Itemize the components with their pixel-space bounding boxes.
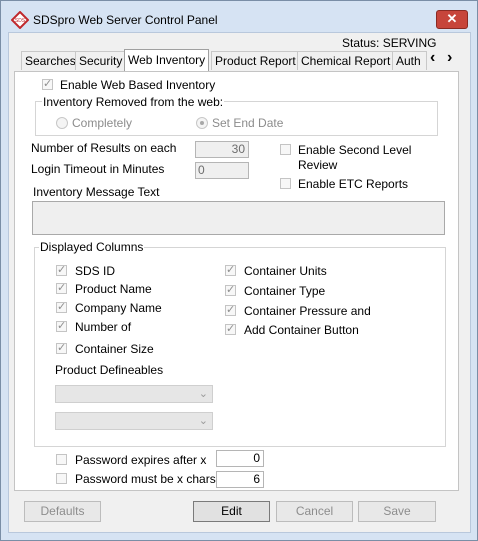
inventory-message-label: Inventory Message Text [33, 185, 160, 199]
password-min-chars-checkbox[interactable] [56, 473, 67, 484]
column-container-pressure-label: Container Pressure and [244, 304, 371, 318]
completely-radio[interactable] [56, 117, 68, 129]
product-definable-select-1[interactable]: ⌄ [55, 385, 213, 403]
column-add-container-button-checkbox[interactable] [225, 322, 236, 335]
column-container-pressure-checkbox[interactable] [225, 303, 236, 316]
displayed-columns-group-label: Displayed Columns [39, 240, 145, 254]
svg-text:SDS: SDS [15, 18, 26, 24]
tab-scroll-left-icon[interactable]: ‹ [430, 49, 435, 67]
edit-button[interactable]: Edit [193, 501, 270, 522]
tab-chemical-report[interactable]: Chemical Report [297, 51, 395, 70]
column-sds-id-checkbox[interactable] [56, 263, 67, 276]
set-end-date-label: Set End Date [212, 116, 284, 130]
enable-web-inventory-label: Enable Web Based Inventory [60, 78, 216, 92]
column-product-name-label: Product Name [75, 282, 152, 296]
column-number-of-checkbox[interactable] [56, 319, 67, 332]
enable-etc-reports-checkbox[interactable] [280, 178, 291, 189]
column-sds-id-label: SDS ID [75, 264, 116, 278]
column-container-type-checkbox[interactable] [225, 283, 236, 296]
product-definable-select-2[interactable]: ⌄ [55, 412, 213, 430]
tab-searches[interactable]: Searches [21, 51, 80, 70]
password-expires-label: Password expires after x [75, 453, 207, 467]
login-timeout-input[interactable]: 0 [195, 162, 249, 179]
column-container-units-label: Container Units [244, 264, 327, 278]
set-end-date-radio[interactable] [196, 117, 208, 129]
close-icon: ✕ [446, 11, 458, 26]
results-per-page-input[interactable]: 30 [195, 141, 249, 158]
status-label: Status: SERVING [342, 36, 437, 50]
tab-scroll-right-icon[interactable]: › [447, 49, 452, 67]
enable-second-level-review-label-2: Review [298, 158, 338, 172]
chevron-down-icon: ⌄ [198, 415, 208, 427]
password-min-chars-input[interactable]: 6 [216, 471, 264, 488]
enable-second-level-review-label: Enable Second Level [298, 143, 412, 157]
column-container-size-checkbox[interactable] [56, 341, 67, 354]
password-min-chars-label: Password must be x chars [75, 472, 216, 486]
tab-auth[interactable]: Auth [392, 51, 427, 70]
column-container-size-label: Container Size [75, 342, 154, 356]
password-expires-checkbox[interactable] [56, 454, 67, 465]
defaults-button[interactable]: Defaults [24, 501, 101, 522]
tab-web-inventory[interactable]: Web Inventory [124, 49, 210, 72]
enable-web-inventory-checkbox[interactable] [42, 77, 53, 90]
enable-second-level-review-checkbox[interactable] [280, 144, 291, 155]
column-product-name-checkbox[interactable] [56, 281, 67, 294]
product-definables-label: Product Defineables [55, 363, 164, 377]
column-number-of-label: Number of [75, 320, 132, 334]
app-logo-icon: SDS [10, 10, 30, 30]
save-button[interactable]: Save [358, 501, 436, 522]
completely-label: Completely [72, 116, 133, 130]
column-company-name-checkbox[interactable] [56, 300, 67, 313]
close-window-button[interactable]: ✕ [436, 10, 468, 29]
results-per-page-label: Number of Results on each [31, 141, 177, 155]
column-container-type-label: Container Type [244, 284, 326, 298]
enable-etc-reports-label: Enable ETC Reports [298, 177, 409, 191]
column-company-name-label: Company Name [75, 301, 162, 315]
column-container-units-checkbox[interactable] [225, 263, 236, 276]
login-timeout-label: Login Timeout in Minutes [31, 162, 165, 176]
chevron-down-icon: ⌄ [198, 388, 208, 400]
password-expires-input[interactable]: 0 [216, 450, 264, 467]
cancel-button[interactable]: Cancel [276, 501, 353, 522]
inventory-removed-group-label: Inventory Removed from the web: [42, 95, 225, 109]
tab-product-report[interactable]: Product Report [211, 51, 300, 70]
tab-security[interactable]: Security [75, 51, 127, 70]
inventory-message-textarea[interactable] [32, 201, 445, 235]
column-add-container-button-label: Add Container Button [244, 323, 359, 337]
window-title: SDSpro Web Server Control Panel [33, 13, 218, 27]
